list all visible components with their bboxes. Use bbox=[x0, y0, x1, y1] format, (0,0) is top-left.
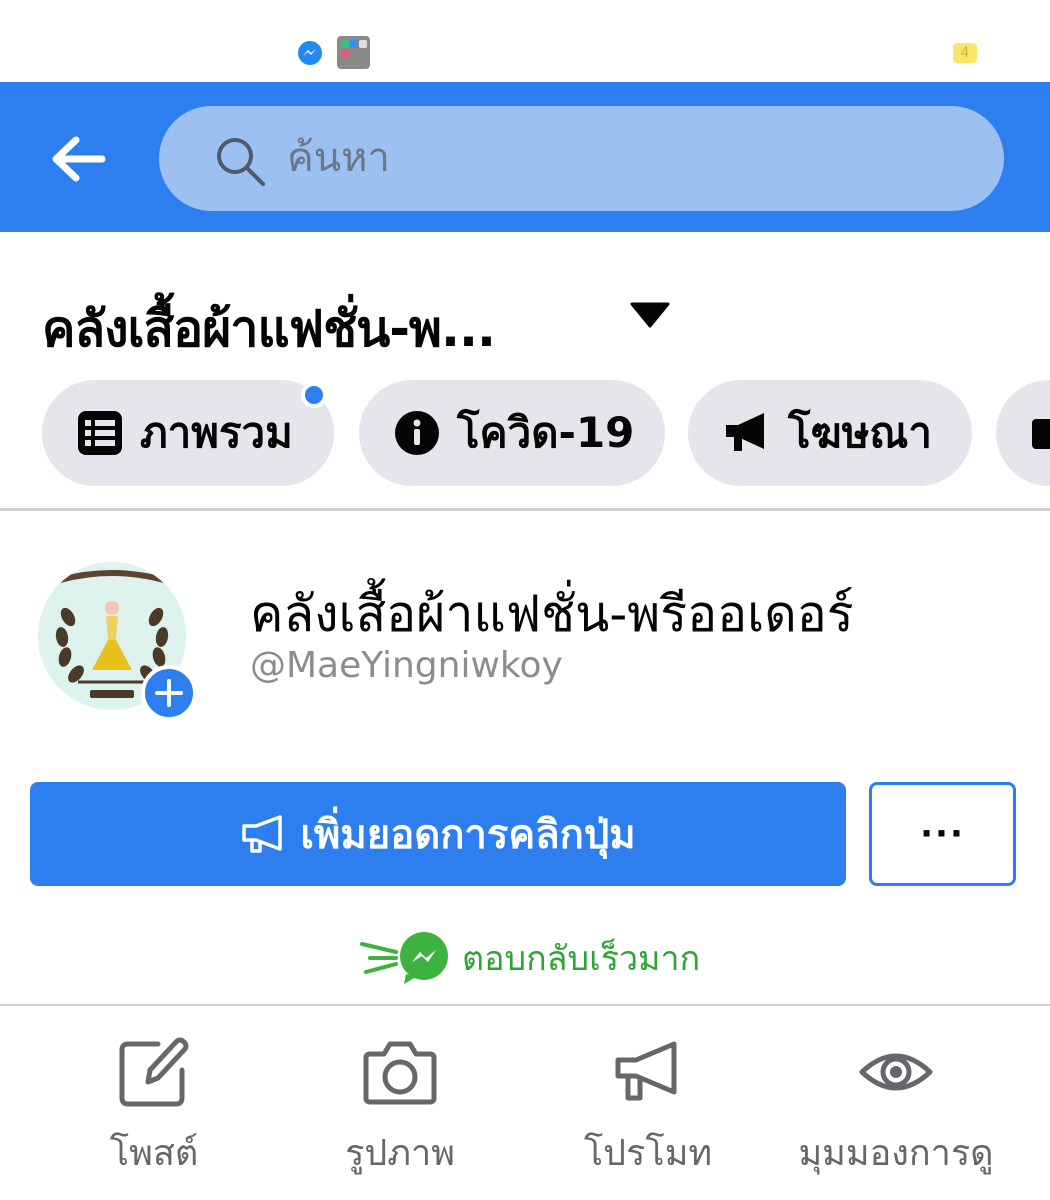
status-bar: 4 bbox=[0, 0, 1050, 82]
tab-label: โควิด-19 bbox=[457, 408, 635, 457]
megaphone-icon bbox=[242, 815, 283, 853]
boost-button[interactable]: เพิ่มยอดการคลิกปุ่ม bbox=[30, 782, 846, 886]
tab-overview[interactable]: ภาพรวม bbox=[42, 380, 334, 486]
add-profile-photo-button[interactable] bbox=[141, 665, 197, 721]
page-title: คลังเสื้อผ้าแฟชั่น-พ... bbox=[42, 300, 496, 358]
edit-icon bbox=[119, 1037, 189, 1107]
search-icon bbox=[217, 138, 265, 186]
divider bbox=[0, 1004, 1050, 1006]
list-icon bbox=[78, 411, 122, 455]
notification-badge: 4 bbox=[953, 43, 977, 63]
back-arrow-icon[interactable] bbox=[48, 136, 108, 182]
tab-label: โฆษณา bbox=[788, 408, 932, 457]
tab-covid-19[interactable]: โควิด-19 bbox=[359, 380, 665, 486]
messenger-notification-icon bbox=[298, 41, 322, 65]
action-label: รูปภาพ bbox=[345, 1133, 455, 1174]
action-label: โปรโมท bbox=[583, 1133, 713, 1174]
response-time-label: ตอบกลับเร็วมาก bbox=[462, 939, 701, 979]
camera-icon bbox=[363, 1041, 437, 1105]
response-time-badge: ตอบกลับเร็วมาก bbox=[360, 930, 700, 986]
info-icon bbox=[395, 411, 439, 455]
page-title-row[interactable]: คลังเสื้อผ้าแฟชั่น-พ... bbox=[42, 290, 1002, 360]
search-input[interactable] bbox=[287, 126, 967, 190]
shop-icon bbox=[1032, 419, 1050, 449]
app-folder-notification-icon bbox=[337, 36, 370, 69]
new-indicator-dot bbox=[301, 382, 327, 408]
eye-icon bbox=[859, 1053, 933, 1091]
tab-label: ภาพรวม bbox=[140, 408, 293, 457]
megaphone-icon bbox=[726, 413, 764, 451]
boost-button-label: เพิ่มยอดการคลิกปุ่ม bbox=[300, 812, 636, 858]
divider bbox=[0, 508, 1050, 511]
fast-messenger-icon bbox=[360, 932, 448, 984]
promote-action[interactable]: โปรโมท bbox=[528, 1036, 768, 1186]
action-label: มุมมองการดู bbox=[798, 1133, 994, 1174]
page-handle: @MaeYingniwkoy bbox=[250, 645, 563, 686]
plus-icon bbox=[155, 679, 183, 707]
page-tabs: ภาพรวม โควิด-19 โฆษณา bbox=[42, 380, 1050, 488]
post-action[interactable]: โพสต์ bbox=[34, 1036, 274, 1186]
page-name: คลังเสื้อผ้าแฟชั่น-พรีออเดอร์ bbox=[250, 585, 854, 643]
more-options-button[interactable]: ··· bbox=[869, 782, 1016, 886]
search-bar[interactable] bbox=[159, 106, 1004, 211]
caret-down-icon[interactable] bbox=[630, 302, 670, 328]
page-actions-bar: โพสต์ รูปภาพ โปรโมท มุมมองการดู bbox=[0, 1008, 1050, 1200]
megaphone-icon bbox=[615, 1041, 677, 1101]
more-icon: ··· bbox=[920, 814, 965, 854]
top-app-bar bbox=[0, 82, 1050, 232]
action-label: โพสต์ bbox=[109, 1133, 199, 1174]
photo-action[interactable]: รูปภาพ bbox=[280, 1036, 520, 1186]
tab-more[interactable] bbox=[996, 380, 1050, 486]
tab-ads[interactable]: โฆษณา bbox=[688, 380, 972, 486]
view-as-action[interactable]: มุมมองการดู bbox=[776, 1036, 1016, 1186]
